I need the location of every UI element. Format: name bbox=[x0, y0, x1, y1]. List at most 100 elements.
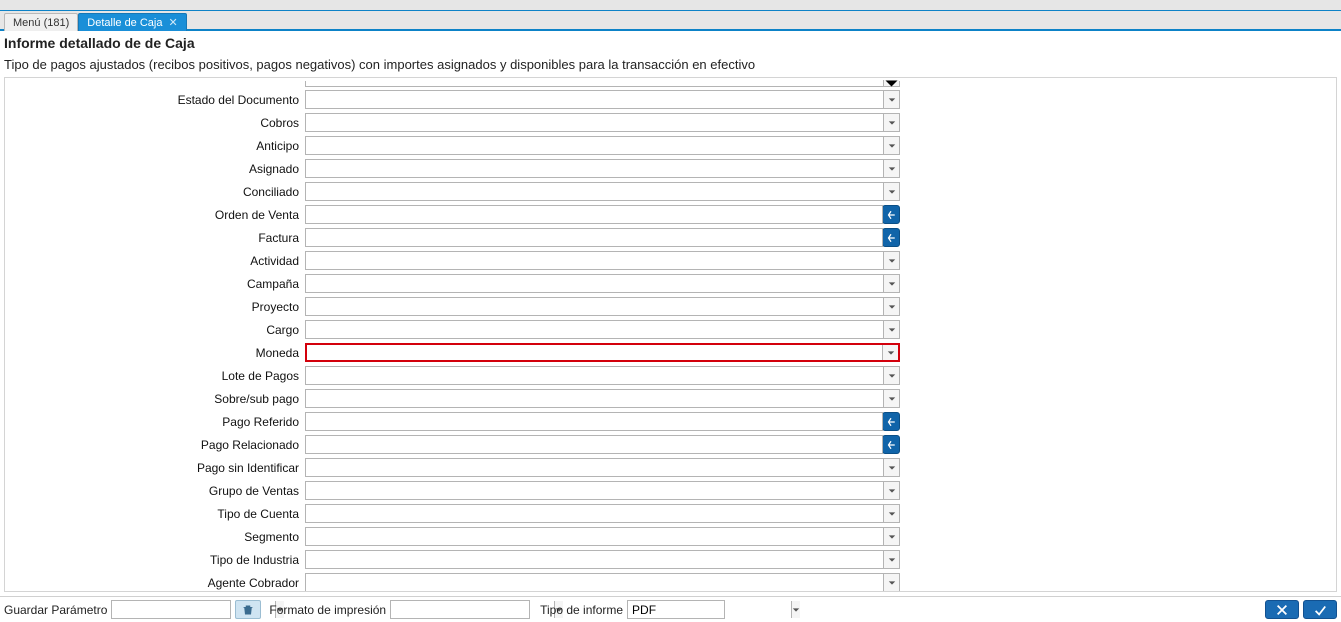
tipo-informe-field[interactable] bbox=[627, 600, 725, 619]
moneda-input[interactable] bbox=[307, 345, 882, 360]
segmento-input[interactable] bbox=[306, 528, 883, 545]
sobre-sub-input[interactable] bbox=[306, 390, 883, 407]
chevron-down-icon[interactable] bbox=[883, 160, 899, 177]
tipo-industria-input[interactable] bbox=[306, 551, 883, 568]
tab-detalle-caja-label: Detalle de Caja bbox=[87, 17, 162, 29]
lote-pagos-input[interactable] bbox=[306, 367, 883, 384]
form-scroll[interactable]: Estado del Documento Cobros Anticipo bbox=[5, 78, 1336, 591]
chevron-down-icon[interactable] bbox=[883, 505, 899, 522]
factura-input[interactable] bbox=[306, 229, 882, 246]
asignado-field[interactable] bbox=[305, 159, 900, 178]
segmento-field[interactable] bbox=[305, 527, 900, 546]
cargo-input[interactable] bbox=[306, 321, 883, 338]
formato-impresion-field[interactable] bbox=[390, 600, 530, 619]
chevron-down-icon[interactable] bbox=[883, 321, 899, 338]
orden-venta-input[interactable] bbox=[306, 206, 882, 223]
chevron-down-icon[interactable] bbox=[791, 601, 800, 618]
chevron-down-icon[interactable] bbox=[883, 390, 899, 407]
cargo-field[interactable] bbox=[305, 320, 900, 339]
tipo-industria-field[interactable] bbox=[305, 550, 900, 569]
orden-venta-lookup-button[interactable] bbox=[882, 205, 900, 224]
chevron-down-icon[interactable] bbox=[883, 459, 899, 476]
label-lote-pagos: Lote de Pagos bbox=[5, 369, 305, 383]
label-proyecto: Proyecto bbox=[5, 300, 305, 314]
campana-input[interactable] bbox=[306, 275, 883, 292]
close-icon[interactable]: ✕ bbox=[168, 16, 177, 29]
anticipo-input[interactable] bbox=[306, 137, 883, 154]
trash-icon bbox=[242, 604, 254, 616]
tipo-informe-input[interactable] bbox=[628, 603, 791, 617]
grupo-ventas-field[interactable] bbox=[305, 481, 900, 500]
form-panel: Estado del Documento Cobros Anticipo bbox=[4, 77, 1337, 592]
moneda-field[interactable] bbox=[305, 343, 900, 362]
label-segmento: Segmento bbox=[5, 530, 305, 544]
sobre-sub-field[interactable] bbox=[305, 389, 900, 408]
chevron-down-icon[interactable] bbox=[883, 551, 899, 568]
campana-field[interactable] bbox=[305, 274, 900, 293]
label-conciliado: Conciliado bbox=[5, 185, 305, 199]
chevron-down-icon[interactable] bbox=[883, 275, 899, 292]
label-pago-referido: Pago Referido bbox=[5, 415, 305, 429]
cobros-field[interactable] bbox=[305, 113, 900, 132]
cobros-input[interactable] bbox=[306, 114, 883, 131]
confirm-button[interactable] bbox=[1303, 600, 1337, 619]
estado-documento-field[interactable] bbox=[305, 90, 900, 109]
chevron-down-icon[interactable] bbox=[882, 345, 898, 360]
pago-sin-ident-field[interactable] bbox=[305, 458, 900, 477]
conciliado-input[interactable] bbox=[306, 183, 883, 200]
label-asignado: Asignado bbox=[5, 162, 305, 176]
tab-menu[interactable]: Menú (181) bbox=[4, 13, 78, 31]
chevron-down-icon[interactable] bbox=[883, 298, 899, 315]
tipo-cuenta-field[interactable] bbox=[305, 504, 900, 523]
chevron-down-icon[interactable] bbox=[883, 367, 899, 384]
label-estado-documento: Estado del Documento bbox=[5, 93, 305, 107]
actividad-field[interactable] bbox=[305, 251, 900, 270]
asignado-input[interactable] bbox=[306, 160, 883, 177]
label-campana: Campaña bbox=[5, 277, 305, 291]
chevron-down-icon[interactable] bbox=[883, 252, 899, 269]
agente-cobrador-field[interactable] bbox=[305, 573, 900, 591]
guardar-parametro-field[interactable] bbox=[111, 600, 231, 619]
page-title: Informe detallado de de Caja bbox=[0, 31, 1341, 51]
cancel-button[interactable] bbox=[1265, 600, 1299, 619]
label-cobros: Cobros bbox=[5, 116, 305, 130]
orden-venta-field[interactable] bbox=[305, 205, 883, 224]
pago-sin-ident-input[interactable] bbox=[306, 459, 883, 476]
chevron-down-icon[interactable] bbox=[883, 482, 899, 499]
grupo-ventas-input[interactable] bbox=[306, 482, 883, 499]
tipo-cuenta-input[interactable] bbox=[306, 505, 883, 522]
lote-pagos-field[interactable] bbox=[305, 366, 900, 385]
chevron-down-icon[interactable] bbox=[883, 183, 899, 200]
label-moneda: Moneda bbox=[5, 346, 305, 360]
factura-field[interactable] bbox=[305, 228, 883, 247]
conciliado-field[interactable] bbox=[305, 182, 900, 201]
pago-referido-lookup-button[interactable] bbox=[882, 412, 900, 431]
proyecto-input[interactable] bbox=[306, 298, 883, 315]
pago-relacionado-field[interactable] bbox=[305, 435, 883, 454]
estado-documento-input[interactable] bbox=[306, 91, 883, 108]
chevron-down-icon[interactable] bbox=[883, 114, 899, 131]
chevron-down-icon[interactable] bbox=[883, 91, 899, 108]
window-top-strip bbox=[0, 0, 1341, 11]
pago-relacionado-input[interactable] bbox=[306, 436, 882, 453]
proyecto-field[interactable] bbox=[305, 297, 900, 316]
anticipo-field[interactable] bbox=[305, 136, 900, 155]
label-cargo: Cargo bbox=[5, 323, 305, 337]
chevron-down-icon[interactable] bbox=[883, 137, 899, 154]
tab-detalle-caja[interactable]: Detalle de Caja ✕ bbox=[78, 13, 186, 31]
chevron-down-icon[interactable] bbox=[883, 528, 899, 545]
actividad-input[interactable] bbox=[306, 252, 883, 269]
factura-lookup-button[interactable] bbox=[882, 228, 900, 247]
label-pago-sin-ident: Pago sin Identificar bbox=[5, 461, 305, 475]
label-orden-venta: Orden de Venta bbox=[5, 208, 305, 222]
pago-relacionado-lookup-button[interactable] bbox=[882, 435, 900, 454]
label-grupo-ventas: Grupo de Ventas bbox=[5, 484, 305, 498]
delete-parameter-button[interactable] bbox=[235, 600, 261, 619]
formato-impresion-input[interactable] bbox=[391, 603, 554, 617]
pago-referido-input[interactable] bbox=[306, 413, 882, 430]
tab-bar: Menú (181) Detalle de Caja ✕ bbox=[0, 11, 1341, 31]
agente-cobrador-input[interactable] bbox=[306, 574, 883, 591]
chevron-down-icon[interactable] bbox=[883, 574, 899, 591]
pago-referido-field[interactable] bbox=[305, 412, 883, 431]
label-agente-cobrador: Agente Cobrador bbox=[5, 576, 305, 590]
